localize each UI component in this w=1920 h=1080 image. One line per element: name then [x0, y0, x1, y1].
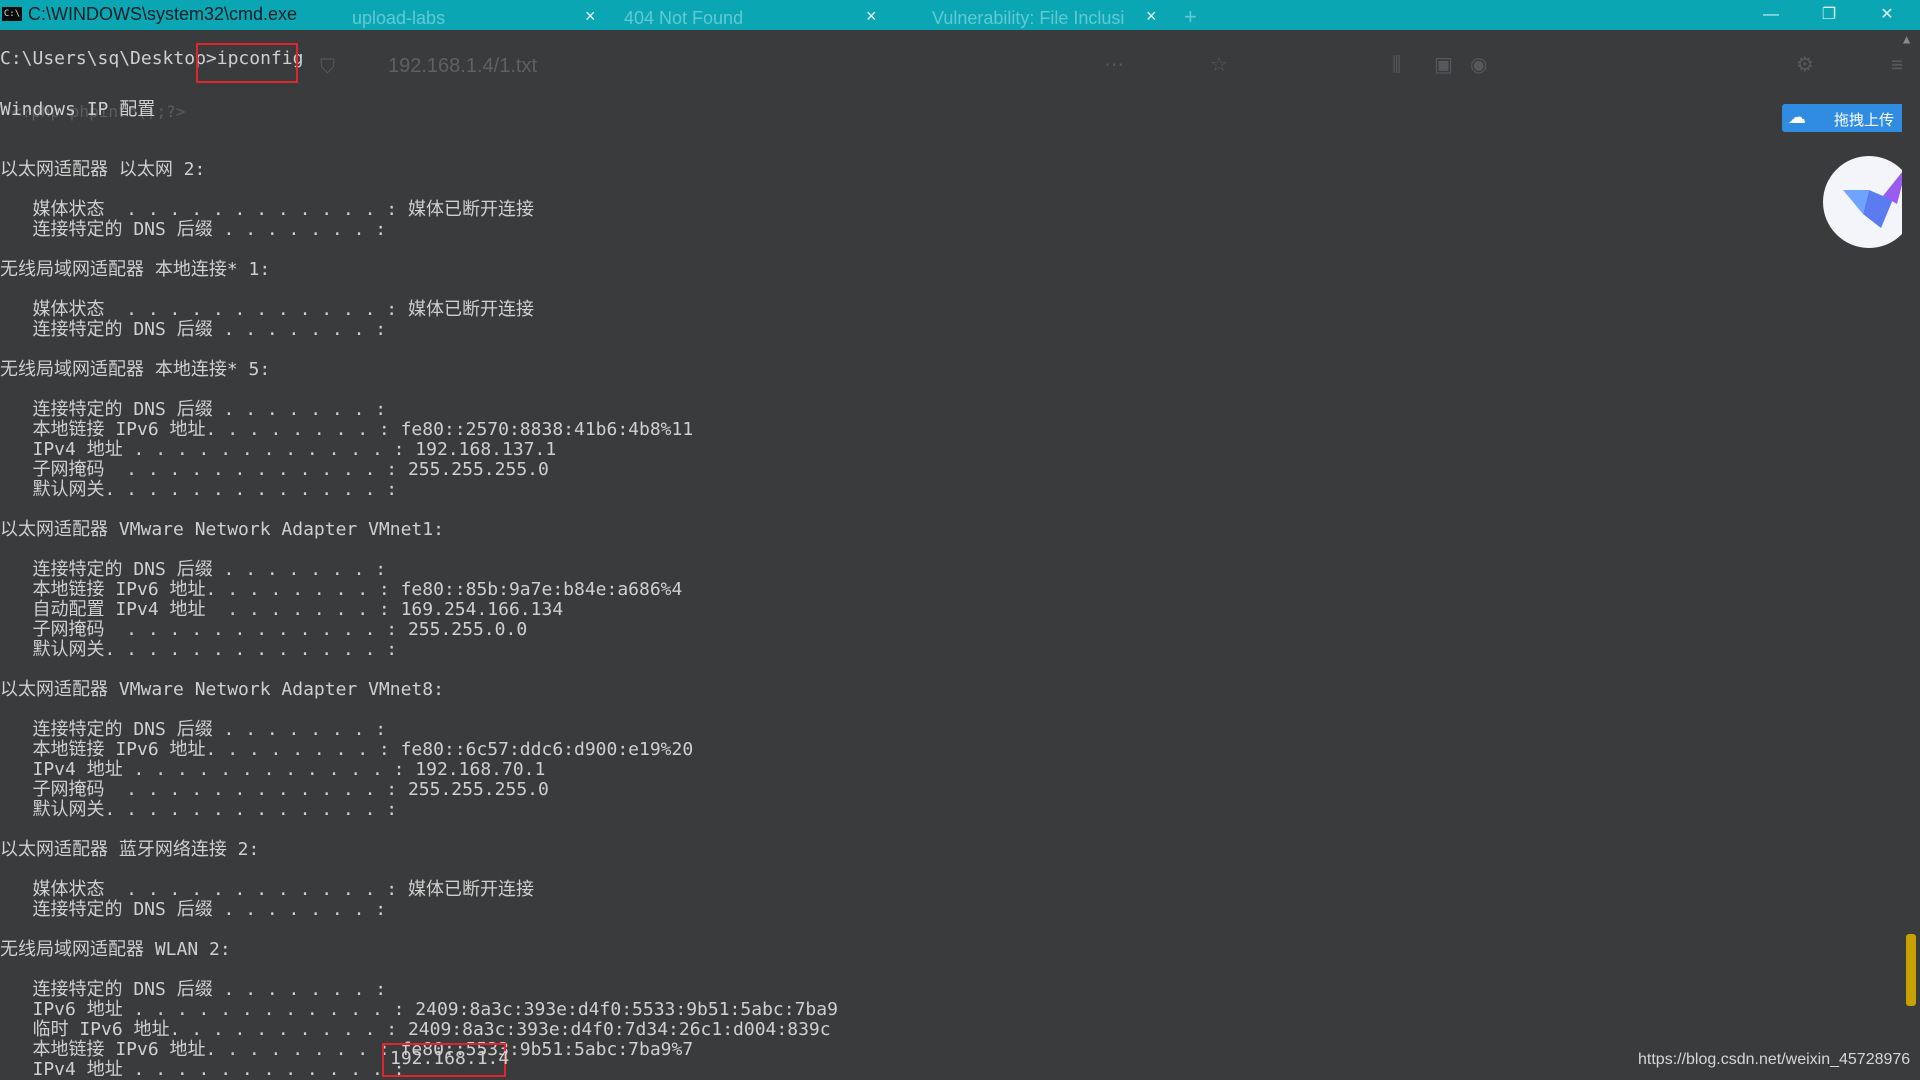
- console-line: 临时 IPv6 地址. . . . . . . . . . : 2409:8a3…: [0, 1019, 831, 1040]
- console-line: 以太网适配器 VMware Network Adapter VMnet1:: [0, 519, 444, 540]
- upload-label: 拖拽上传: [1834, 111, 1895, 129]
- console-line: 本地链接 IPv6 地址. . . . . . . . : fe80::6c57…: [0, 739, 694, 760]
- console-line: 以太网适配器 VMware Network Adapter VMnet8:: [0, 679, 444, 700]
- tab-404-not-found[interactable]: 404 Not Found: [624, 8, 743, 29]
- prompt: C:\Users\sq\Desktop>: [0, 48, 217, 69]
- console-line: 本地链接 IPv6 地址. . . . . . . . : fe80::2570…: [0, 419, 694, 440]
- console-line: Windows IP 配置: [0, 99, 156, 120]
- ipv4-address-value: 192.168.1.4: [390, 1048, 510, 1069]
- title-bar: C:\ C:\WINDOWS\system32\cmd.exe upload-l…: [0, 0, 1920, 30]
- console-line: 本地链接 IPv6 地址. . . . . . . . : fe80::5533…: [0, 1039, 694, 1060]
- console-line: IPv4 地址 . . . . . . . . . . . . :: [0, 1059, 405, 1080]
- new-tab-button[interactable]: +: [1184, 4, 1197, 30]
- console-line: 默认网关. . . . . . . . . . . . . :: [0, 799, 398, 820]
- console-line: 连接特定的 DNS 后缀 . . . . . . . :: [0, 899, 387, 920]
- console-line: 媒体状态 . . . . . . . . . . . . : 媒体已断开连接: [0, 879, 534, 900]
- window-title: C:\WINDOWS\system32\cmd.exe: [28, 4, 298, 24]
- console-line: 媒体状态 . . . . . . . . . . . . : 媒体已断开连接: [0, 299, 534, 320]
- console-line: 自动配置 IPv4 地址 . . . . . . . : 169.254.166…: [0, 599, 564, 620]
- console-line: 连接特定的 DNS 后缀 . . . . . . . :: [0, 979, 387, 1000]
- console-line: 连接特定的 DNS 后缀 . . . . . . . :: [0, 719, 387, 740]
- console-line: 连接特定的 DNS 后缀 . . . . . . . :: [0, 219, 387, 240]
- command-highlight-box: [196, 43, 298, 83]
- console-line: 子网掩码 . . . . . . . . . . . . : 255.255.2…: [0, 459, 549, 480]
- console-line: 本地链接 IPv6 地址. . . . . . . . : fe80::85b:…: [0, 579, 683, 600]
- console-line: 连接特定的 DNS 后缀 . . . . . . . :: [0, 399, 387, 420]
- console-line: IPv4 地址 . . . . . . . . . . . . : 192.16…: [0, 759, 546, 780]
- console-scrollbar[interactable]: [1902, 30, 1920, 1080]
- cloud-icon: ☁: [1788, 107, 1806, 128]
- tab-vulnerability[interactable]: Vulnerability: File Inclusi: [932, 8, 1132, 29]
- restore-button[interactable]: ❐: [1806, 2, 1852, 28]
- console-line: 默认网关. . . . . . . . . . . . . :: [0, 639, 398, 660]
- drag-upload-button[interactable]: ☁ 拖拽上传: [1782, 104, 1908, 132]
- console-line: 媒体状态 . . . . . . . . . . . . : 媒体已断开连接: [0, 199, 534, 220]
- close-button[interactable]: ✕: [1864, 2, 1910, 28]
- tab-close-icon[interactable]: ×: [866, 6, 877, 27]
- tab-close-icon[interactable]: ×: [585, 6, 596, 27]
- console-line: 默认网关. . . . . . . . . . . . . :: [0, 479, 398, 500]
- scroll-up-icon[interactable]: ▲: [1903, 32, 1910, 46]
- console-line: 子网掩码 . . . . . . . . . . . . : 255.255.0…: [0, 619, 528, 640]
- console-line: IPv4 地址 . . . . . . . . . . . . : 192.16…: [0, 439, 557, 460]
- console-line: IPv6 地址 . . . . . . . . . . . . : 2409:8…: [0, 999, 838, 1020]
- cmd-icon: C:\: [2, 7, 22, 21]
- console-line: 子网掩码 . . . . . . . . . . . . : 255.255.2…: [0, 779, 549, 800]
- watermark: https://blog.csdn.net/weixin_45728976: [1638, 1051, 1911, 1068]
- console-line: 连接特定的 DNS 后缀 . . . . . . . :: [0, 559, 387, 580]
- console-line: 无线局域网适配器 本地连接* 5:: [0, 359, 271, 380]
- minimize-button[interactable]: —: [1748, 2, 1794, 28]
- console-line: 以太网适配器 蓝牙网络连接 2:: [0, 839, 260, 860]
- tab-close-icon[interactable]: ×: [1146, 6, 1157, 27]
- console-line: 连接特定的 DNS 后缀 . . . . . . . :: [0, 319, 387, 340]
- console-line: 无线局域网适配器 WLAN 2:: [0, 939, 231, 960]
- console-line: 无线局域网适配器 本地连接* 1:: [0, 259, 271, 280]
- scrollbar-thumb[interactable]: [1906, 934, 1916, 1006]
- console-line: 以太网适配器 以太网 2:: [0, 159, 206, 180]
- console-output: C:\Users\sq\Desktop>ipconfig Windows IP …: [0, 48, 1880, 1080]
- tab-upload-labs[interactable]: upload-labs: [352, 8, 445, 29]
